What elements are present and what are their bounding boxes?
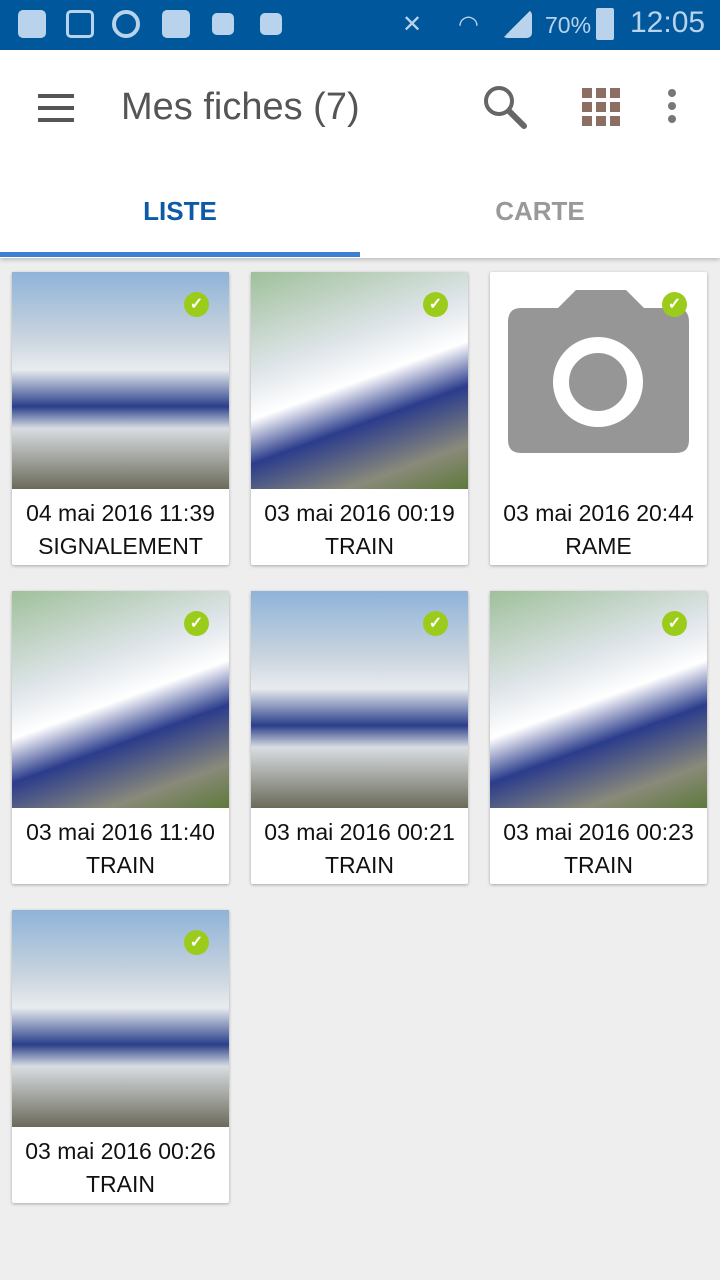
list-item[interactable]: ✓ 03 mai 2016 00:19 TRAIN [251, 272, 468, 565]
card-date: 04 mai 2016 11:39 [26, 500, 215, 526]
card-date: 03 mai 2016 00:26 [25, 1138, 216, 1164]
gallery-icon [66, 10, 94, 38]
search-icon[interactable] [480, 82, 528, 130]
battery-level: 70% [545, 12, 592, 38]
check-icon: ✓ [184, 611, 209, 636]
power-icon [112, 10, 140, 38]
card-type: TRAIN [86, 852, 155, 878]
tab-indicator [0, 252, 360, 257]
list-item[interactable]: ✓ 03 mai 2016 11:40 TRAIN [12, 591, 229, 884]
check-icon: ✓ [184, 930, 209, 955]
check-icon: ✓ [423, 611, 448, 636]
list-item[interactable]: ✓ 03 mai 2016 00:21 TRAIN [251, 591, 468, 884]
card-date: 03 mai 2016 20:44 [503, 500, 694, 526]
list-item[interactable]: ✓ 03 mai 2016 20:44 RAME [490, 272, 707, 565]
card-date: 03 mai 2016 00:23 [503, 819, 694, 845]
card-type: TRAIN [86, 1171, 155, 1197]
more-icon[interactable] [664, 88, 680, 124]
page-title: Mes fiches (7) [121, 86, 360, 128]
clock: 12:05 [630, 6, 706, 39]
check-icon: ✓ [662, 611, 687, 636]
status-bar: ✕ ◠ 70% 12:05 [0, 0, 720, 50]
card-date: 03 mai 2016 00:21 [264, 819, 455, 845]
list-item[interactable]: ✓ 03 mai 2016 00:23 TRAIN [490, 591, 707, 884]
tab-liste[interactable]: LISTE [0, 196, 360, 227]
card-type: SIGNALEMENT [38, 533, 203, 559]
card-type: RAME [565, 533, 632, 559]
card-type: TRAIN [325, 852, 394, 878]
runner-icon [18, 10, 46, 38]
tab-carte[interactable]: CARTE [360, 196, 720, 227]
menu-icon[interactable] [38, 94, 74, 122]
mute-icon: ✕ [402, 11, 423, 38]
card-date: 03 mai 2016 00:19 [264, 500, 455, 526]
email-icon [162, 10, 190, 38]
battery-icon [596, 8, 614, 40]
outlook-icon [212, 13, 234, 35]
signal-icon [502, 10, 532, 38]
list-item[interactable]: ✓ 03 mai 2016 00:26 TRAIN [12, 910, 229, 1203]
app-bar: Mes fiches (7) LISTE CARTE [0, 50, 720, 258]
card-date: 03 mai 2016 11:40 [26, 819, 215, 845]
list-item[interactable]: ✓ 04 mai 2016 11:39 SIGNALEMENT [12, 272, 229, 565]
card-type: TRAIN [325, 533, 394, 559]
check-icon: ✓ [184, 292, 209, 317]
card-type: TRAIN [564, 852, 633, 878]
outlook-icon [260, 13, 282, 35]
wifi-icon: ◠ [458, 11, 479, 38]
grid-icon[interactable] [582, 88, 620, 126]
check-icon: ✓ [423, 292, 448, 317]
check-icon: ✓ [662, 292, 687, 317]
